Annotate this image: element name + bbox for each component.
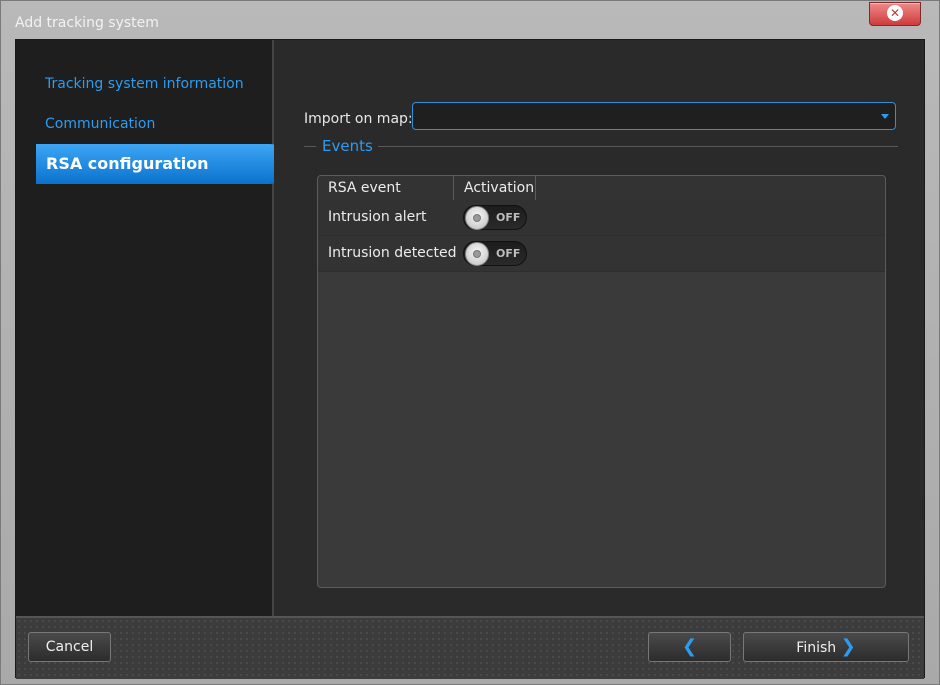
window-title: Add tracking system	[15, 15, 159, 31]
finish-button[interactable]: Finish ❯	[743, 632, 909, 662]
sidebar-item-communication[interactable]: Communication	[45, 116, 155, 132]
finish-button-label: Finish	[796, 640, 837, 656]
table-row[interactable]: Intrusion alert OFF	[318, 200, 885, 236]
chevron-right-icon: ❯	[840, 636, 856, 657]
cancel-button[interactable]: Cancel	[28, 632, 111, 662]
toggle-state-label: OFF	[496, 211, 521, 224]
events-section-title: Events	[322, 137, 373, 155]
table-header: RSA event Activation	[318, 176, 885, 201]
activation-toggle[interactable]: OFF	[463, 241, 527, 266]
chevron-down-icon	[881, 114, 889, 119]
sidebar: Tracking system information Communicatio…	[16, 40, 288, 616]
toggle-knob	[465, 242, 489, 266]
sidebar-item-tracking-system-information[interactable]: Tracking system information	[45, 76, 244, 92]
dialog-window: Add tracking system ✕ Tracking system in…	[0, 0, 940, 685]
close-button[interactable]: ✕	[869, 2, 921, 26]
sidebar-item-rsa-configuration[interactable]: RSA configuration	[36, 144, 288, 184]
event-name-cell: Intrusion alert	[328, 209, 427, 225]
main-panel: Import on map: Events RSA event Activati…	[274, 40, 924, 616]
title-bar: Add tracking system ✕	[1, 1, 939, 39]
events-divider-left	[304, 146, 316, 147]
activation-toggle[interactable]: OFF	[463, 205, 527, 230]
toggle-state-label: OFF	[496, 247, 521, 260]
table-row[interactable]: Intrusion detected OFF	[318, 236, 885, 272]
dialog-body: Tracking system information Communicatio…	[15, 39, 925, 679]
column-header-activation[interactable]: Activation	[454, 176, 536, 200]
event-name-cell: Intrusion detected	[328, 245, 457, 261]
dialog-footer: Cancel ❮ Finish ❯	[16, 616, 924, 679]
import-on-map-dropdown[interactable]	[412, 102, 896, 130]
chevron-left-icon: ❮	[681, 636, 698, 657]
toggle-knob	[465, 206, 489, 230]
events-divider-right	[378, 146, 898, 147]
column-header-rsa-event[interactable]: RSA event	[318, 176, 454, 200]
events-table: RSA event Activation Intrusion alert OFF…	[317, 175, 886, 588]
close-icon: ✕	[887, 5, 903, 21]
import-on-map-label: Import on map:	[304, 111, 413, 127]
back-button[interactable]: ❮	[648, 632, 731, 662]
